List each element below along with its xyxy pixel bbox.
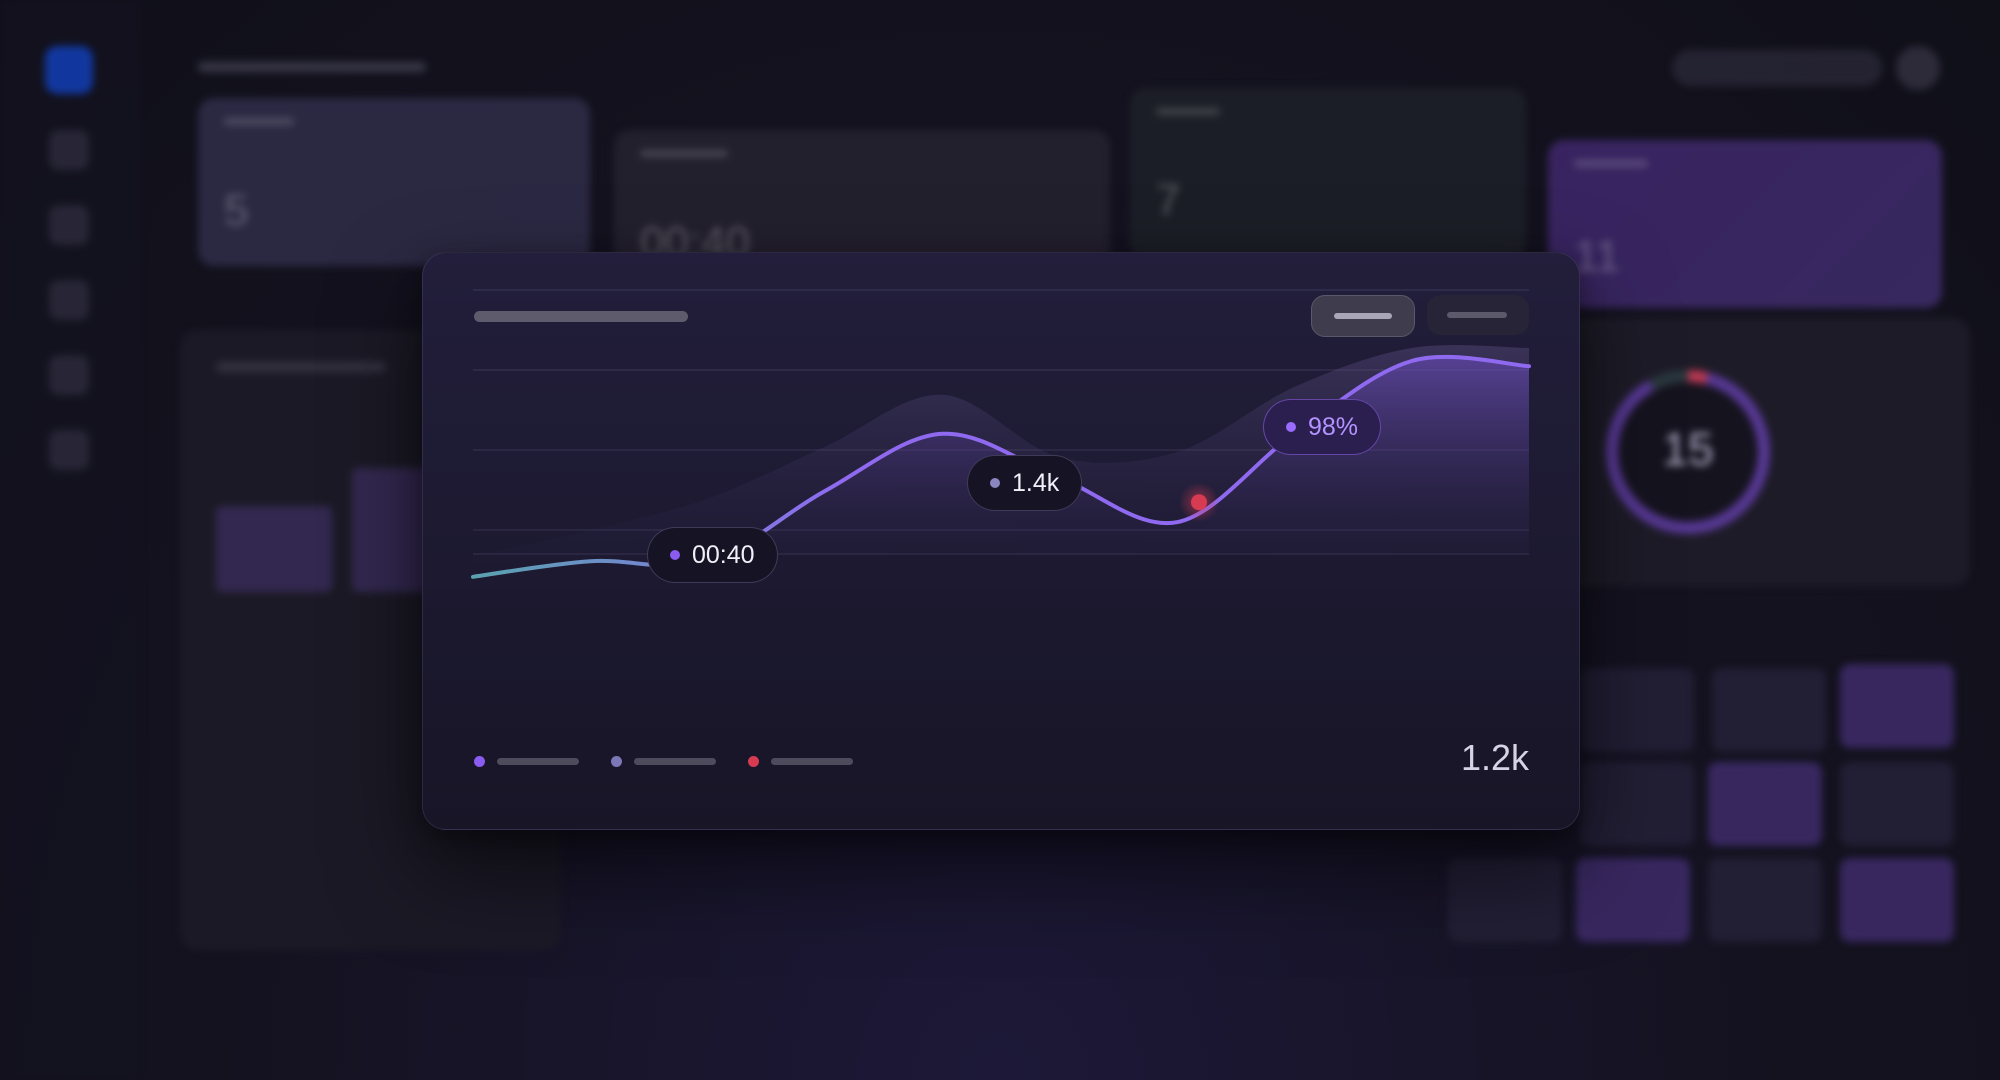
tooltip-dot (670, 550, 680, 560)
sidebar-item[interactable] (49, 280, 89, 320)
tooltip-percent: 98% (1263, 399, 1382, 455)
grid-tile (1840, 762, 1954, 846)
grid-tile (1580, 668, 1694, 752)
stat-label-placeholder (1574, 160, 1648, 167)
grid-tile (1448, 858, 1562, 942)
alert-marker[interactable] (1191, 494, 1207, 511)
bar-placeholder (216, 506, 332, 592)
search-input[interactable] (1672, 50, 1882, 86)
grid-tile (1708, 762, 1822, 846)
tooltip-dot (1286, 422, 1296, 432)
grid-tile (1576, 858, 1690, 942)
total-value: 1.2k (1460, 737, 1529, 778)
legend-label-placeholder (771, 758, 853, 765)
legend-label-placeholder (634, 758, 716, 765)
stat-label-placeholder (224, 118, 294, 125)
avatar[interactable] (1896, 46, 1940, 90)
sidebar-item[interactable] (49, 355, 89, 395)
sidebar-item-home[interactable] (45, 46, 93, 94)
chart-legend (474, 756, 853, 767)
chart-card: 00:40 1.4k 98% 1.2k (422, 252, 1580, 830)
stat-value: 5 (224, 186, 249, 235)
grid-tile (1580, 762, 1694, 846)
page-title-placeholder (198, 62, 426, 72)
legend-item[interactable] (611, 756, 716, 767)
legend-item[interactable] (748, 756, 853, 767)
panel-title-placeholder (216, 362, 386, 372)
stat-value: 11 (1574, 232, 1620, 281)
legend-item[interactable] (474, 756, 579, 767)
tooltip-label: 00:40 (692, 540, 755, 569)
donut-value: 15 (1662, 423, 1714, 475)
stat-card[interactable]: 11 (1548, 140, 1942, 308)
legend-label-placeholder (497, 758, 579, 765)
stat-label-placeholder (640, 150, 728, 157)
sidebar-item[interactable] (49, 430, 89, 470)
legend-dot (611, 756, 622, 767)
tooltip-label: 98% (1308, 412, 1359, 441)
tooltip-count: 1.4k (967, 455, 1083, 511)
tooltip-dot (990, 478, 1000, 488)
stat-card[interactable]: 5 (198, 98, 590, 266)
markers (1179, 482, 1219, 523)
legend-dot (474, 756, 485, 767)
stat-label-placeholder (1156, 108, 1220, 115)
grid-tile (1840, 664, 1954, 748)
stat-card[interactable]: 00:40 (614, 130, 1110, 270)
legend-dot (748, 756, 759, 767)
stat-value: 7 (1156, 176, 1181, 225)
grid-tile (1708, 858, 1822, 942)
sidebar-item[interactable] (49, 205, 89, 245)
line-chart (471, 289, 1531, 579)
stat-card[interactable]: 7 (1130, 88, 1526, 258)
tooltip-label: 1.4k (1012, 468, 1060, 497)
sidebar (0, 0, 140, 1080)
grid-tile (1712, 668, 1826, 752)
sidebar-item[interactable] (49, 130, 89, 170)
grid-tile (1840, 858, 1954, 942)
tooltip-time: 00:40 (647, 527, 778, 583)
